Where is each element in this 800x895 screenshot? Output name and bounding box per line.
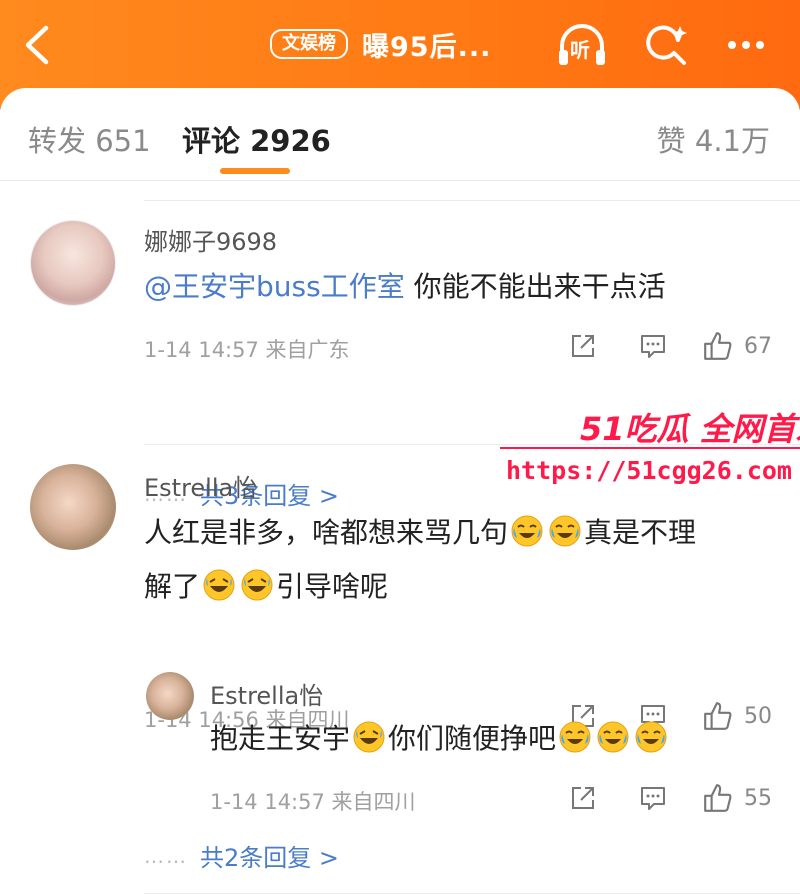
search-icon [646,25,687,65]
share-button[interactable] [548,778,618,818]
divider [144,893,800,894]
more-button[interactable] [716,18,776,72]
like-icon [704,332,732,360]
ranking-badge: 文娱榜 [270,29,348,59]
comment-icon [641,335,665,358]
page-title: 曝95后... [362,31,492,63]
comment-text: 人红是非多，啥都想来骂几句 真是不理解了 引导啥呢 [144,506,764,614]
cry-laugh-emoji [635,721,667,753]
watermark-line [500,447,800,449]
laugh-emoji [203,569,235,601]
search-button[interactable] [636,18,696,72]
share-icon [572,787,594,809]
reply-body: 你们随便挣吧 [388,722,557,755]
comment-icon [641,787,665,810]
like-count: 67 [744,333,772,359]
listen-button[interactable]: 听 [552,18,612,72]
back-button[interactable] [16,20,60,70]
reply-meta: 1-14 14:57 来自四川 [210,790,416,814]
comment-body: 引导啥呢 [276,570,389,603]
comment-actions: 67 [548,326,772,366]
back-icon [25,25,49,65]
comment-body: 解了 [144,570,201,603]
watermark-url: https://51cgg26.com [506,456,792,485]
tab-likes[interactable]: 赞 4.1万 [657,118,770,160]
reply-button[interactable] [618,778,688,818]
tab-divider [0,180,800,181]
active-tab-indicator [220,168,290,174]
replies-label: 共2条回复 > [200,844,340,872]
comment-username[interactable]: 娜娜子9698 [144,222,277,257]
reply-body: 抱走王安宇 [210,722,351,755]
cry-laugh-emoji [511,515,543,547]
mention-link[interactable]: @王安宇buss工作室 [144,270,405,303]
share-button[interactable] [548,326,618,366]
watermark-title: 51吃瓜 全网首发 [580,410,800,448]
comment-text: @王安宇buss工作室 你能不能出来干点活 [144,260,764,314]
cry-laugh-emoji [559,721,591,753]
header-title-group[interactable]: 文娱榜 曝95后... [270,24,491,64]
like-button[interactable]: 67 [702,330,772,362]
tab-reposts[interactable]: 转发 651 [28,118,151,160]
like-button[interactable]: 55 [702,782,772,814]
avatar[interactable] [30,220,116,306]
tab-comments[interactable]: 评论 2926 [182,118,331,160]
comment-body: 你能不能出来干点活 [404,270,666,303]
comments-panel: 转发 651 评论 2926 赞 4.1万 娜娜子9698 @王安宇buss工作… [0,88,800,895]
cry-laugh-emoji [597,721,629,753]
share-icon [572,335,594,357]
like-icon [704,784,732,812]
view-replies-link[interactable]: …… 共2条回复 > [144,838,339,873]
reply-actions: 55 [548,778,772,818]
more-icon [728,41,764,49]
dots: …… [144,843,188,868]
comment-meta: 1-14 14:57 来自广东 [144,338,350,362]
avatar[interactable] [30,464,116,550]
cry-laugh-emoji [549,515,581,547]
laugh-emoji [353,721,385,753]
tab-bar: 转发 651 评论 2926 赞 4.1万 [0,88,800,180]
avatar[interactable] [146,672,194,720]
comment-body: 真是不理 [584,516,697,549]
comment-body: 人红是非多，啥都想来骂几句 [144,516,509,549]
comment-username[interactable]: Estrella怡 [144,468,257,503]
reply-username[interactable]: Estrella怡 [210,676,323,711]
divider [144,200,800,201]
reply-button[interactable] [618,326,688,366]
reply-text: 抱走王安宇 你们随便挣吧 [210,712,770,766]
laugh-emoji [241,569,273,601]
like-count: 55 [744,785,772,811]
listen-label: 听 [570,38,590,62]
